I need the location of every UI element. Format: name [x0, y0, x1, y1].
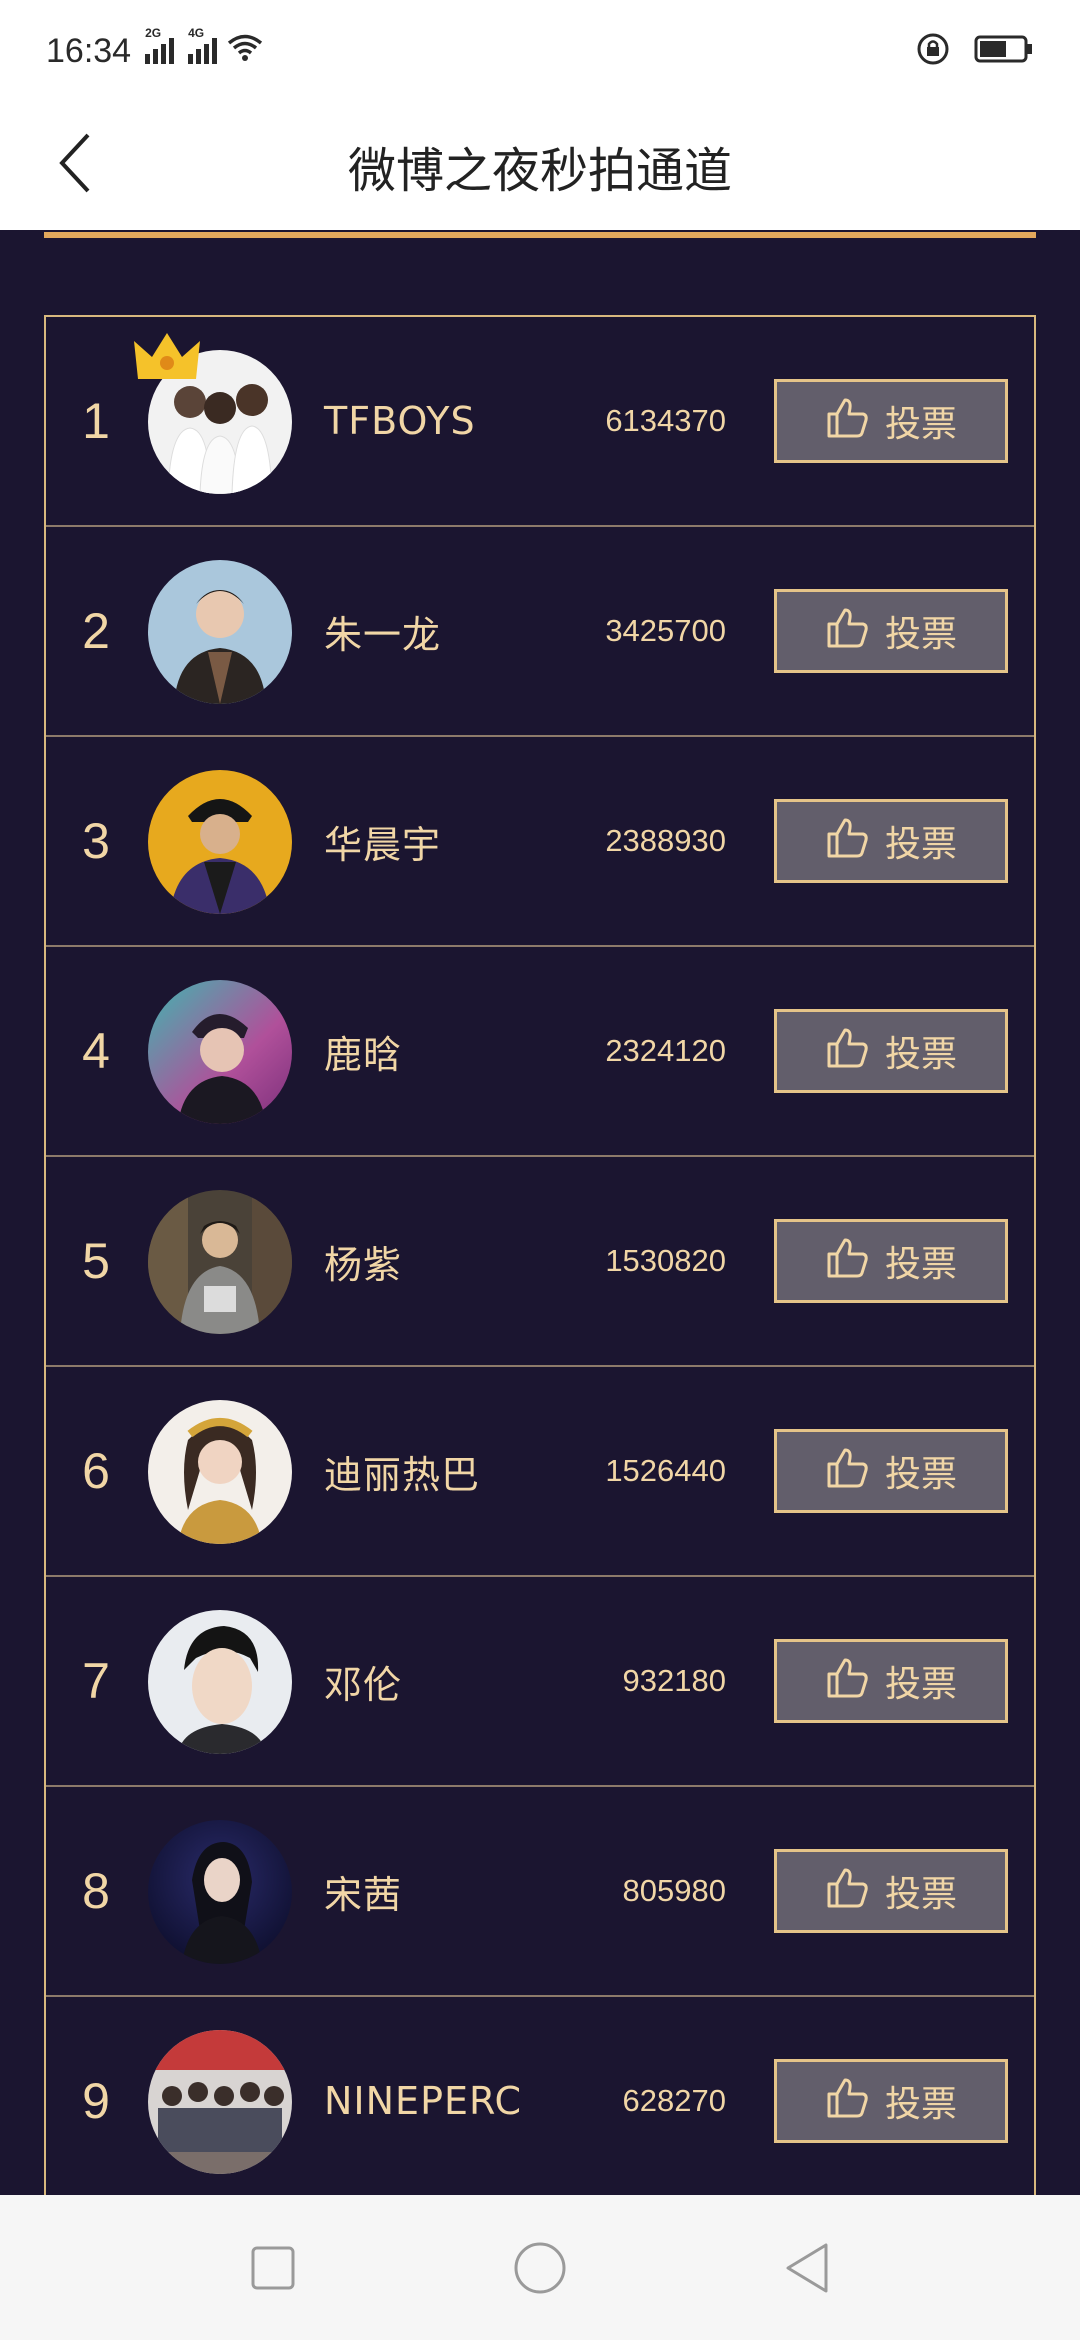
- wifi-icon: [227, 32, 263, 71]
- thumbs-up-icon: [825, 606, 869, 657]
- vote-button-label: 投票: [884, 1874, 957, 1915]
- rank-number: 4: [82, 1023, 110, 1079]
- rank-name: 宋茜: [324, 1872, 403, 1917]
- home-circle-icon: [514, 2242, 566, 2293]
- rank-name: 邓伦: [324, 1662, 403, 1707]
- ranking-row: 5 杨紫 1530820 投票: [46, 1157, 1034, 1367]
- vote-button[interactable]: 投票: [774, 1429, 1008, 1513]
- rotation-lock-icon: [916, 32, 950, 70]
- signal-label: 4G: [188, 26, 205, 40]
- vote-button[interactable]: 投票: [774, 2059, 1008, 2143]
- rank-name: 华晨宇: [324, 822, 442, 867]
- avatar: [148, 980, 292, 1124]
- ranking-row: 7 邓伦 932180 投票: [46, 1577, 1034, 1787]
- avatar: [148, 1820, 292, 1964]
- rank-number: 5: [82, 1233, 110, 1289]
- rank-name: TFBOYS: [324, 399, 476, 443]
- vote-button-label: 投票: [884, 1454, 957, 1495]
- thumbs-up-icon: [825, 1446, 869, 1497]
- vote-button[interactable]: 投票: [774, 379, 1008, 463]
- battery-icon: [974, 34, 1034, 68]
- rank-number: 6: [82, 1443, 110, 1499]
- rank-number: 8: [82, 1863, 110, 1919]
- rank-name: 杨紫: [324, 1242, 403, 1287]
- vote-count: 1530820: [605, 1243, 726, 1278]
- rank-name: NINEPERC: [324, 2079, 523, 2123]
- ranking-panel: 1 TFBOYS 6134370 投票 2 朱一龙 3425700 投票 3 华…: [44, 315, 1036, 2195]
- signal-icon: 4G: [188, 26, 218, 64]
- thumbs-up-icon: [825, 1866, 869, 1917]
- ranking-row: 2 朱一龙 3425700 投票: [46, 527, 1034, 737]
- avatar: [148, 1610, 292, 1754]
- thumbs-up-icon: [825, 1236, 869, 1287]
- rank-name: 朱一龙: [324, 612, 442, 657]
- status-bar: 16:34 2G 4G: [0, 0, 1080, 102]
- rank-name: 迪丽热巴: [324, 1452, 481, 1497]
- vote-count: 2388930: [605, 823, 726, 858]
- rank-name: 鹿晗: [324, 1032, 403, 1077]
- vote-count: 3425700: [605, 613, 726, 648]
- status-left: 16:34 2G 4G: [46, 26, 263, 71]
- vote-button-label: 投票: [884, 1034, 957, 1075]
- vote-count: 805980: [622, 1873, 726, 1908]
- ranking-content: 1 TFBOYS 6134370 投票 2 朱一龙 3425700 投票 3 华…: [0, 230, 1080, 2195]
- ranking-row: 3 华晨宇 2388930 投票: [46, 737, 1034, 947]
- home-button[interactable]: [500, 2228, 580, 2308]
- ranking-row: 8 宋茜 805980 投票: [46, 1787, 1034, 1997]
- vote-button-label: 投票: [884, 824, 957, 865]
- rank-number: 3: [82, 813, 110, 869]
- gold-divider: [44, 232, 1036, 238]
- vote-button-label: 投票: [884, 614, 957, 655]
- signal-icon: 2G: [145, 26, 175, 64]
- vote-button-label: 投票: [884, 1244, 957, 1285]
- system-nav-bar: [0, 2195, 1080, 2340]
- thumbs-up-icon: [825, 1656, 869, 1707]
- recents-square-icon: [251, 2246, 295, 2289]
- ranking-row: 4 鹿晗 2324120 投票: [46, 947, 1034, 1157]
- back-button[interactable]: [36, 118, 116, 208]
- ranking-row: 1 TFBOYS 6134370 投票: [46, 317, 1034, 527]
- avatar: [148, 2030, 292, 2174]
- avatar: [148, 1190, 292, 1334]
- vote-button[interactable]: 投票: [774, 1219, 1008, 1303]
- vote-count: 932180: [622, 1663, 726, 1698]
- avatar: [148, 1400, 292, 1544]
- signal-label: 2G: [145, 26, 162, 40]
- rank-number: 9: [82, 2073, 110, 2129]
- app-header: 微博之夜秒拍通道: [0, 102, 1080, 230]
- vote-count: 1526440: [605, 1453, 726, 1488]
- thumbs-up-icon: [825, 816, 869, 867]
- recents-button[interactable]: [233, 2228, 313, 2308]
- rank-number: 7: [82, 1653, 110, 1709]
- crown-icon: [132, 327, 202, 387]
- vote-count: 6134370: [605, 403, 726, 438]
- vote-button[interactable]: 投票: [774, 1849, 1008, 1933]
- rank-number: 2: [82, 603, 110, 659]
- vote-button-label: 投票: [884, 2084, 957, 2125]
- vote-count: 2324120: [605, 1033, 726, 1068]
- back-chevron-icon: [59, 133, 90, 193]
- vote-button-label: 投票: [884, 1664, 957, 1705]
- status-time: 16:34: [46, 31, 132, 70]
- status-right: [916, 32, 1034, 70]
- avatar: [148, 770, 292, 914]
- avatar: [148, 560, 292, 704]
- vote-button[interactable]: 投票: [774, 589, 1008, 673]
- nav-back-button[interactable]: [767, 2228, 847, 2308]
- vote-count: 628270: [622, 2083, 726, 2118]
- ranking-row: 9 NINEPERC 628270 投票: [46, 1997, 1034, 2195]
- vote-button[interactable]: 投票: [774, 799, 1008, 883]
- thumbs-up-icon: [825, 1026, 869, 1077]
- page-title: 微博之夜秒拍通道: [347, 143, 732, 199]
- thumbs-up-icon: [825, 2076, 869, 2127]
- rank-number: 1: [82, 393, 110, 449]
- vote-button[interactable]: 投票: [774, 1639, 1008, 1723]
- vote-button-label: 投票: [884, 404, 957, 445]
- back-triangle-icon: [786, 2243, 828, 2292]
- ranking-row: 6 迪丽热巴 1526440 投票: [46, 1367, 1034, 1577]
- vote-button[interactable]: 投票: [774, 1009, 1008, 1093]
- thumbs-up-icon: [825, 396, 869, 447]
